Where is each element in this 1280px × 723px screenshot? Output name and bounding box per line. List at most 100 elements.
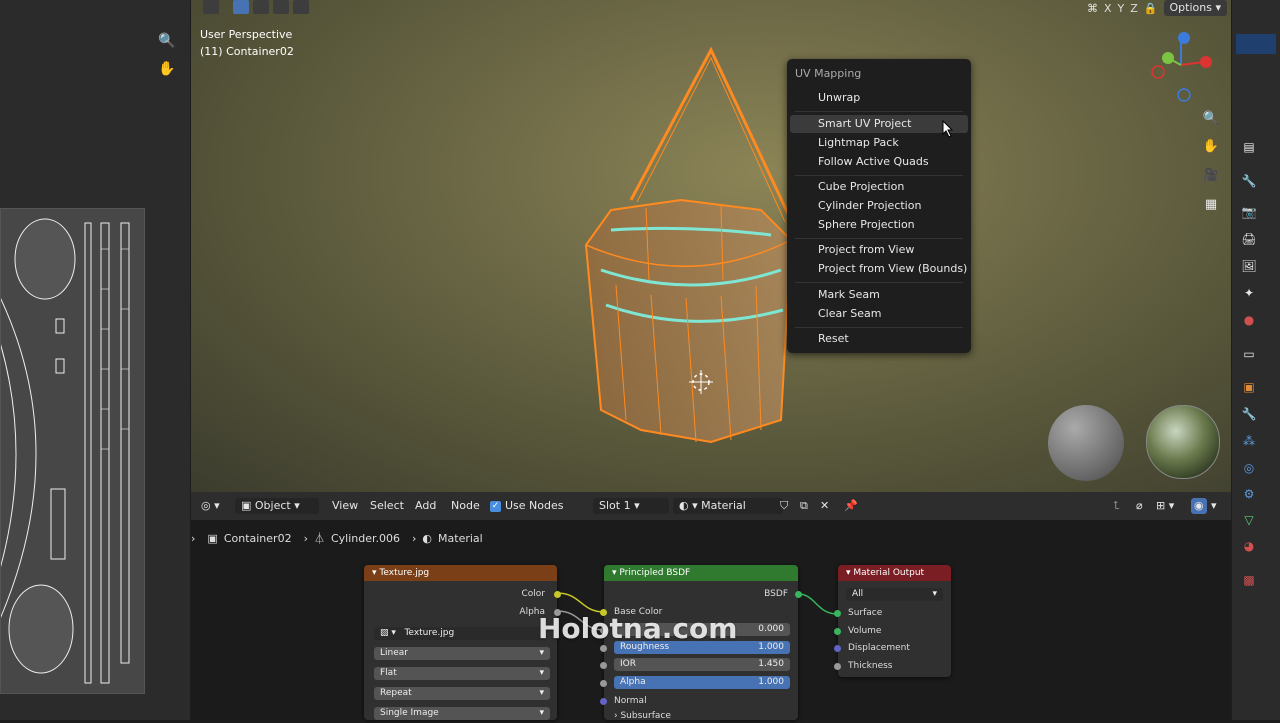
menu-mark-seam[interactable]: Mark Seam bbox=[790, 286, 968, 304]
menu-cylinder-projection[interactable]: Cylinder Projection bbox=[790, 197, 968, 215]
source-value: Single Image bbox=[380, 708, 439, 718]
grid-view-icon[interactable]: ▦ bbox=[1200, 194, 1222, 216]
axis-y-toggle[interactable]: Y bbox=[1118, 2, 1125, 15]
zoom-icon[interactable]: 🔍 bbox=[158, 32, 176, 50]
projection-dropdown[interactable]: Flat ▾ bbox=[374, 667, 550, 680]
select-extend-icon[interactable] bbox=[253, 0, 269, 14]
data-icon[interactable]: ▽ bbox=[1240, 511, 1258, 529]
uv-mapping-menu: UV Mapping Unwrap Smart UV Project Light… bbox=[787, 59, 971, 353]
menu-follow-active-quads[interactable]: Follow Active Quads bbox=[790, 153, 968, 171]
axis-x-toggle[interactable]: X bbox=[1104, 2, 1112, 15]
uv-islands bbox=[1, 209, 144, 693]
select-subtract-icon[interactable] bbox=[273, 0, 289, 14]
scene-icon[interactable]: ✦ bbox=[1240, 284, 1258, 302]
socket-roughness-in[interactable] bbox=[600, 645, 607, 652]
zoom-view-icon[interactable]: 🔍 bbox=[1200, 108, 1222, 130]
bsdf-node-header[interactable]: ▾ Principled BSDF bbox=[604, 565, 798, 581]
menu-add[interactable]: Add bbox=[415, 498, 436, 514]
snap-icon[interactable]: ⌀ bbox=[1136, 498, 1143, 514]
menu-project-from-view[interactable]: Project from View bbox=[790, 241, 968, 259]
menu-node[interactable]: Node bbox=[451, 498, 480, 514]
socket-bsdf-out[interactable] bbox=[795, 591, 802, 598]
ior-value: 1.450 bbox=[758, 659, 784, 669]
3d-viewport[interactable]: ⌘ X Y Z 🔒 Options ▾ User Perspective (11… bbox=[191, 0, 1231, 492]
uv-layout-image[interactable] bbox=[0, 208, 145, 694]
axis-z-toggle[interactable]: Z bbox=[1130, 2, 1138, 15]
physics-icon[interactable]: ◎ bbox=[1240, 459, 1258, 477]
overlay-icon[interactable]: ⊞ ▾ bbox=[1156, 498, 1174, 514]
menu-view[interactable]: View bbox=[332, 498, 358, 514]
render-icon[interactable]: 📷 bbox=[1240, 203, 1258, 221]
uv-editor-panel[interactable]: 🔍 ✋ bbox=[0, 0, 190, 720]
use-nodes-label: Use Nodes bbox=[505, 499, 564, 512]
checkbox-icon: ✓ bbox=[490, 500, 501, 512]
camera-view-icon[interactable]: 🎥 bbox=[1200, 165, 1222, 187]
outliner-selection[interactable] bbox=[1236, 34, 1276, 54]
parent-node-icon[interactable]: ⮤ bbox=[1113, 498, 1120, 514]
menu-sphere-projection[interactable]: Sphere Projection bbox=[790, 216, 968, 234]
navigation-gizmo[interactable] bbox=[1146, 30, 1216, 105]
socket-ior-in[interactable] bbox=[600, 662, 607, 669]
pan-view-icon[interactable]: ✋ bbox=[1200, 136, 1222, 158]
material-selector[interactable]: ◐ ▾ Material bbox=[673, 498, 783, 514]
menu-unwrap[interactable]: Unwrap bbox=[790, 89, 968, 107]
output-icon[interactable]: 🖨 bbox=[1240, 230, 1258, 248]
bsdf-out-label: BSDF bbox=[764, 589, 788, 599]
mirror-icon[interactable]: ⌘ bbox=[1087, 2, 1098, 15]
select-box-icon[interactable] bbox=[233, 0, 249, 14]
image-selector[interactable]: ▨ ▾ Texture.jpg bbox=[374, 627, 546, 640]
world-icon[interactable]: ● bbox=[1240, 311, 1258, 329]
output-volume: Volume bbox=[848, 626, 882, 636]
material-properties-icon[interactable]: ◕ bbox=[1240, 537, 1258, 555]
interpolation-dropdown[interactable]: Linear ▾ bbox=[374, 647, 550, 660]
menu-reset[interactable]: Reset bbox=[790, 330, 968, 348]
texture-node-header[interactable]: ▾ Texture.jpg bbox=[364, 565, 557, 581]
mode-dropdown[interactable]: ▣ Object ▾ bbox=[235, 498, 319, 514]
collection-icon[interactable]: ▭ bbox=[1240, 345, 1258, 363]
menu-cube-projection[interactable]: Cube Projection bbox=[790, 178, 968, 196]
source-dropdown[interactable]: Single Image ▾ bbox=[374, 707, 550, 720]
select-tool-icon[interactable] bbox=[203, 0, 219, 14]
menu-project-from-view-bounds[interactable]: Project from View (Bounds) bbox=[790, 260, 968, 278]
texture-node-title: Texture.jpg bbox=[379, 568, 430, 578]
watermark: Holotna.com bbox=[538, 612, 738, 645]
tool-icon[interactable]: 🔧 bbox=[1240, 172, 1258, 190]
editor-type-icon[interactable]: ◎ ▾ bbox=[201, 498, 220, 514]
texture-properties-icon[interactable]: ▩ bbox=[1240, 571, 1258, 589]
pin-icon[interactable]: 📌 bbox=[844, 498, 858, 514]
overlay-dropdown-icon[interactable]: ▾ bbox=[1211, 498, 1217, 514]
constraints-icon[interactable]: ⚙ bbox=[1240, 485, 1258, 503]
object-properties-icon[interactable]: ▣ bbox=[1240, 378, 1258, 396]
duplicate-icon[interactable]: ⧉ bbox=[800, 498, 808, 514]
editor-switch-icon[interactable]: ▤ bbox=[1240, 138, 1258, 156]
particles-icon[interactable]: ⁂ bbox=[1240, 432, 1258, 450]
options-dropdown[interactable]: Options ▾ bbox=[1163, 0, 1227, 16]
slot-dropdown[interactable]: Slot 1 ▾ bbox=[593, 498, 669, 514]
ior-field[interactable]: IOR 1.450 bbox=[614, 658, 790, 671]
alpha-value: 1.000 bbox=[758, 677, 784, 687]
hand-pan-icon[interactable]: ✋ bbox=[158, 60, 176, 78]
output-node-header[interactable]: ▾ Material Output bbox=[838, 565, 951, 581]
close-icon[interactable]: ✕ bbox=[820, 498, 829, 514]
output-node-title: Material Output bbox=[853, 568, 925, 578]
interpolation-value: Linear bbox=[380, 648, 408, 658]
lock-icon[interactable]: 🔒 bbox=[1144, 2, 1158, 15]
viewport-select-tools[interactable] bbox=[203, 0, 309, 16]
image-texture-node[interactable]: ▾ Texture.jpg Color Alpha ▨ ▾ Texture.jp… bbox=[364, 565, 561, 720]
output-target-dropdown[interactable]: All ▾ bbox=[846, 588, 943, 601]
overlay-toggle-icon[interactable]: ◉ bbox=[1191, 498, 1207, 514]
use-nodes-toggle[interactable]: ✓ Use Nodes bbox=[490, 498, 564, 514]
view-layer-icon[interactable]: 🖼 bbox=[1240, 257, 1258, 275]
shield-icon[interactable]: ⛉ bbox=[780, 498, 788, 514]
socket-color-out[interactable] bbox=[554, 591, 561, 598]
extension-dropdown[interactable]: Repeat ▾ bbox=[374, 687, 550, 700]
menu-clear-seam[interactable]: Clear Seam bbox=[790, 305, 968, 323]
menu-select[interactable]: Select bbox=[370, 498, 404, 514]
material-output-node[interactable]: ▾ Material Output All ▾ Surface Volume Di… bbox=[834, 565, 951, 677]
socket-alpha-in[interactable] bbox=[600, 680, 607, 687]
mode-label: Object bbox=[254, 499, 291, 512]
alpha-field[interactable]: Alpha 1.000 bbox=[614, 676, 790, 689]
select-intersect-icon[interactable] bbox=[293, 0, 309, 14]
bsdf-subsurface-panel[interactable]: › Subsurface bbox=[604, 709, 808, 723]
modifier-icon[interactable]: 🔧 bbox=[1240, 405, 1258, 423]
